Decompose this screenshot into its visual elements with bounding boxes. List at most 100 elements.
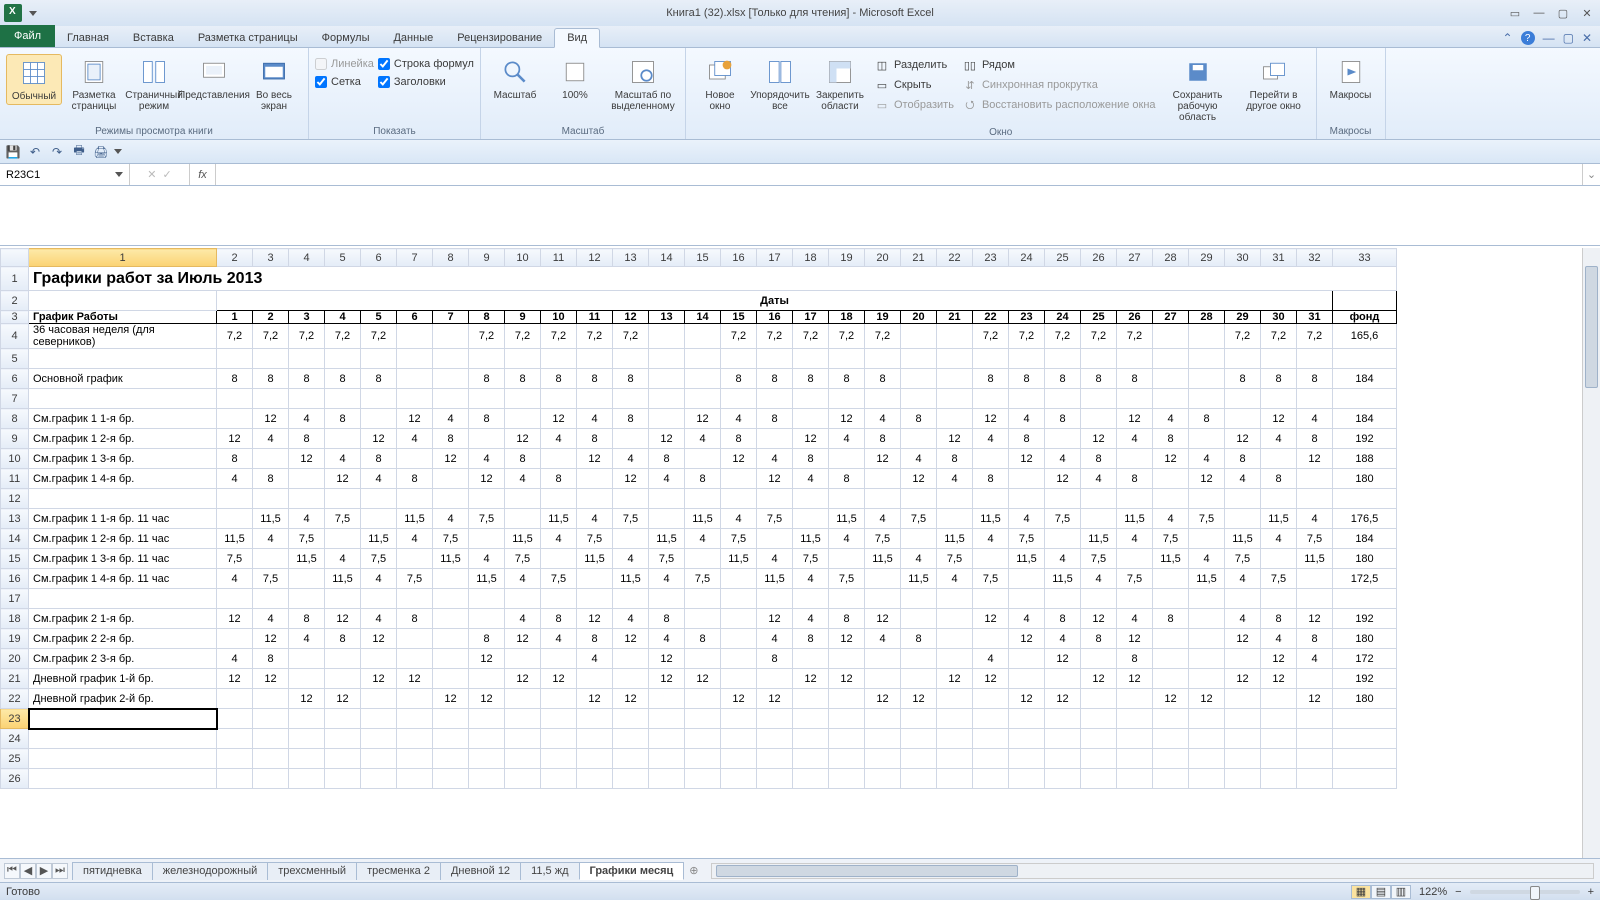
data-cell[interactable] [325, 649, 361, 669]
data-cell[interactable] [1153, 469, 1189, 489]
empty-cell[interactable] [1117, 769, 1153, 789]
empty-cell[interactable] [721, 769, 757, 789]
data-cell[interactable] [1081, 349, 1117, 369]
empty-cell[interactable] [433, 769, 469, 789]
data-cell[interactable]: 4 [289, 509, 325, 529]
data-cell[interactable]: 8 [1117, 649, 1153, 669]
data-cell[interactable] [1045, 529, 1081, 549]
data-cell[interactable]: 8 [325, 629, 361, 649]
empty-cell[interactable] [685, 729, 721, 749]
data-cell[interactable]: 4 [1225, 469, 1261, 489]
selected-cell[interactable] [29, 709, 217, 729]
data-cell[interactable]: 12 [397, 409, 433, 429]
data-cell[interactable]: 7,2 [253, 324, 289, 349]
empty-cell[interactable] [865, 749, 901, 769]
data-cell[interactable] [325, 669, 361, 689]
data-cell[interactable]: 11,5 [1153, 549, 1189, 569]
data-cell[interactable] [469, 589, 505, 609]
expand-formula-bar-icon[interactable]: ⌄ [1582, 164, 1600, 185]
data-cell[interactable] [397, 369, 433, 389]
data-cell[interactable] [1189, 589, 1225, 609]
data-cell[interactable] [1261, 389, 1297, 409]
data-cell[interactable]: 11,5 [1009, 549, 1045, 569]
data-cell[interactable]: 8 [1261, 609, 1297, 629]
data-cell[interactable]: 4 [1153, 509, 1189, 529]
data-cell[interactable]: 8 [541, 369, 577, 389]
data-cell[interactable] [649, 349, 685, 369]
tab-insert[interactable]: Вставка [121, 29, 186, 47]
data-cell[interactable]: 11,5 [361, 529, 397, 549]
switch-windows-button[interactable]: Перейти в другое окно [1238, 54, 1310, 114]
data-cell[interactable]: 7,5 [1009, 529, 1045, 549]
tab-view[interactable]: Вид [554, 28, 600, 48]
empty-cell[interactable] [1045, 769, 1081, 789]
data-cell[interactable] [397, 589, 433, 609]
data-cell[interactable]: 12 [685, 669, 721, 689]
data-cell[interactable]: 7,5 [253, 569, 289, 589]
empty-cell[interactable] [901, 749, 937, 769]
empty-cell[interactable] [253, 729, 289, 749]
empty-cell[interactable] [829, 709, 865, 729]
data-cell[interactable] [937, 324, 973, 349]
column-header[interactable]: 26 [1081, 249, 1117, 267]
data-cell[interactable] [505, 489, 541, 509]
data-cell[interactable]: 8 [757, 409, 793, 429]
empty-cell[interactable] [1297, 729, 1333, 749]
data-cell[interactable] [721, 489, 757, 509]
data-cell[interactable] [1081, 509, 1117, 529]
data-cell[interactable] [253, 689, 289, 709]
sheet-tab[interactable]: 11,5 жд [520, 862, 579, 880]
data-cell[interactable] [541, 449, 577, 469]
data-cell[interactable] [1117, 449, 1153, 469]
data-cell[interactable]: 12 [1009, 449, 1045, 469]
row-header[interactable]: 21 [1, 669, 29, 689]
data-cell[interactable] [721, 469, 757, 489]
data-cell[interactable]: 12 [541, 669, 577, 689]
empty-cell[interactable] [289, 769, 325, 789]
fund-cell[interactable]: 180 [1333, 629, 1397, 649]
data-cell[interactable]: 12 [1297, 449, 1333, 469]
data-cell[interactable]: 7,5 [793, 549, 829, 569]
data-cell[interactable] [1081, 589, 1117, 609]
data-cell[interactable]: 12 [793, 669, 829, 689]
sheet-tab[interactable]: Дневной 12 [440, 862, 521, 880]
data-cell[interactable]: 4 [505, 569, 541, 589]
data-cell[interactable]: 4 [973, 649, 1009, 669]
fx-icon[interactable]: fx [190, 164, 216, 185]
data-cell[interactable]: 4 [613, 449, 649, 469]
data-cell[interactable]: 8 [901, 629, 937, 649]
data-cell[interactable] [1045, 349, 1081, 369]
data-cell[interactable]: 8 [289, 369, 325, 389]
empty-cell[interactable] [1189, 769, 1225, 789]
data-cell[interactable]: 8 [469, 369, 505, 389]
data-cell[interactable] [253, 549, 289, 569]
empty-cell[interactable] [1009, 769, 1045, 789]
data-cell[interactable]: 7,5 [1153, 529, 1189, 549]
row-label[interactable]: Дневной график 2-й бр. [29, 689, 217, 709]
data-cell[interactable]: 12 [829, 409, 865, 429]
data-cell[interactable] [685, 689, 721, 709]
empty-cell[interactable] [541, 769, 577, 789]
empty-cell[interactable] [1261, 729, 1297, 749]
column-header[interactable]: 16 [721, 249, 757, 267]
empty-cell[interactable] [901, 709, 937, 729]
empty-cell[interactable] [1225, 749, 1261, 769]
empty-cell[interactable] [361, 769, 397, 789]
data-cell[interactable]: 8 [1009, 369, 1045, 389]
empty-cell[interactable] [577, 709, 613, 729]
data-cell[interactable]: 8 [361, 369, 397, 389]
data-cell[interactable]: 8 [1081, 369, 1117, 389]
data-cell[interactable] [505, 389, 541, 409]
empty-cell[interactable] [1297, 769, 1333, 789]
data-cell[interactable] [361, 349, 397, 369]
data-cell[interactable] [505, 649, 541, 669]
data-cell[interactable]: 7,2 [613, 324, 649, 349]
data-cell[interactable]: 12 [1261, 649, 1297, 669]
data-cell[interactable]: 12 [361, 429, 397, 449]
zoom-100-button[interactable]: 100% [547, 54, 603, 103]
data-cell[interactable] [901, 609, 937, 629]
data-cell[interactable] [1189, 389, 1225, 409]
minimize-icon[interactable]: — [1530, 6, 1548, 20]
empty-cell[interactable] [721, 749, 757, 769]
empty-cell[interactable] [289, 729, 325, 749]
